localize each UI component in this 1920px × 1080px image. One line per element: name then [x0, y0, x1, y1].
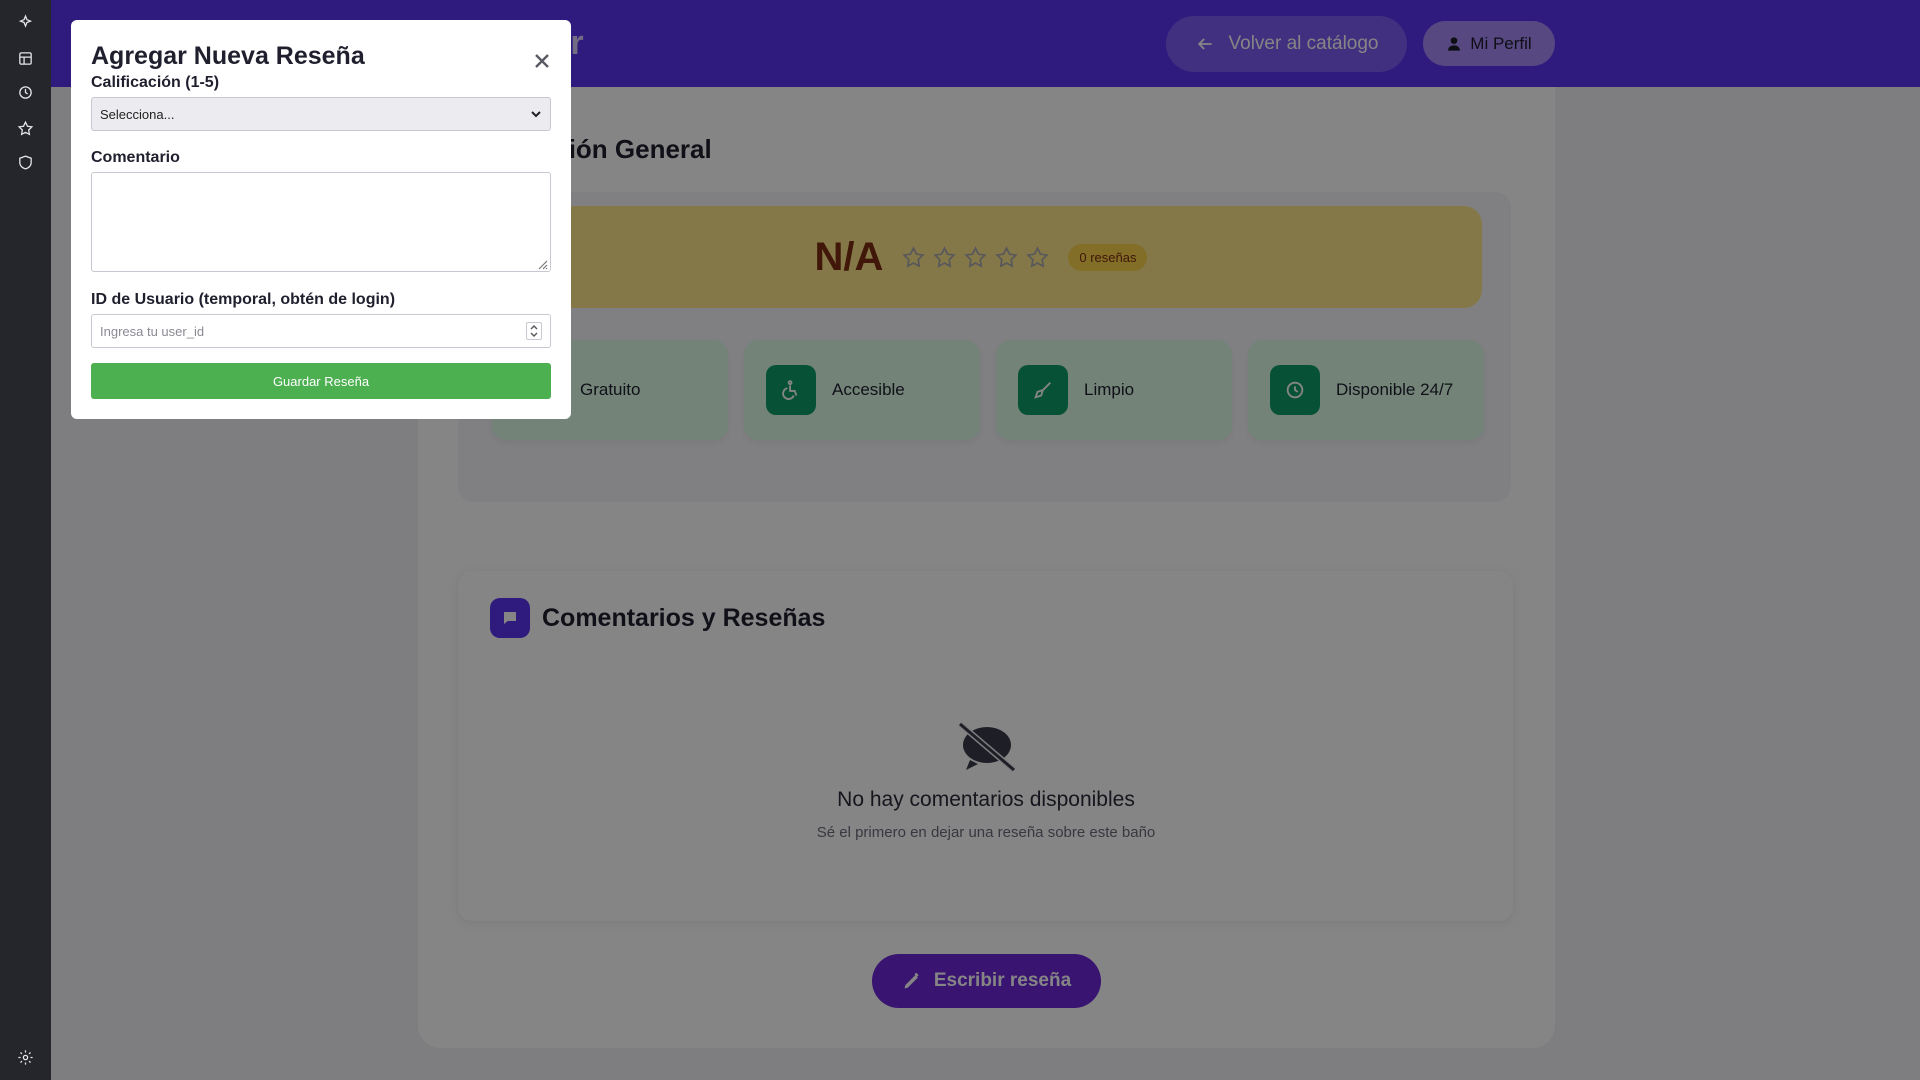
sparkle-icon[interactable] [14, 11, 36, 33]
save-review-button[interactable]: Guardar Reseña [91, 363, 551, 399]
browser-sidebar [0, 0, 51, 1080]
add-review-modal: Agregar Nueva Reseña Calificación (1-5) … [71, 20, 571, 419]
user-id-field-label: ID de Usuario (temporal, obtén de login) [91, 291, 396, 308]
modal-title: Agregar Nueva Reseña [91, 42, 365, 70]
rating-field-label: Calificación (1-5) [91, 74, 220, 91]
shield-icon[interactable] [14, 151, 36, 173]
star-icon[interactable] [14, 117, 36, 139]
close-icon[interactable] [531, 50, 553, 72]
rating-select-value: Selecciona... [100, 106, 175, 122]
chevron-down-icon [530, 108, 542, 120]
gear-icon[interactable] [14, 1046, 36, 1068]
number-spinner-icon[interactable] [526, 322, 542, 340]
resize-grip-icon[interactable] [536, 257, 548, 270]
comment-field-label: Comentario [91, 149, 180, 166]
bookmark-icon[interactable] [14, 47, 36, 69]
comment-textarea[interactable] [91, 172, 551, 272]
rating-select[interactable]: Selecciona... [91, 97, 551, 131]
user-id-input[interactable]: Ingresa tu user_id [91, 314, 551, 348]
user-id-placeholder: Ingresa tu user_id [100, 323, 205, 339]
history-icon[interactable] [14, 81, 36, 103]
